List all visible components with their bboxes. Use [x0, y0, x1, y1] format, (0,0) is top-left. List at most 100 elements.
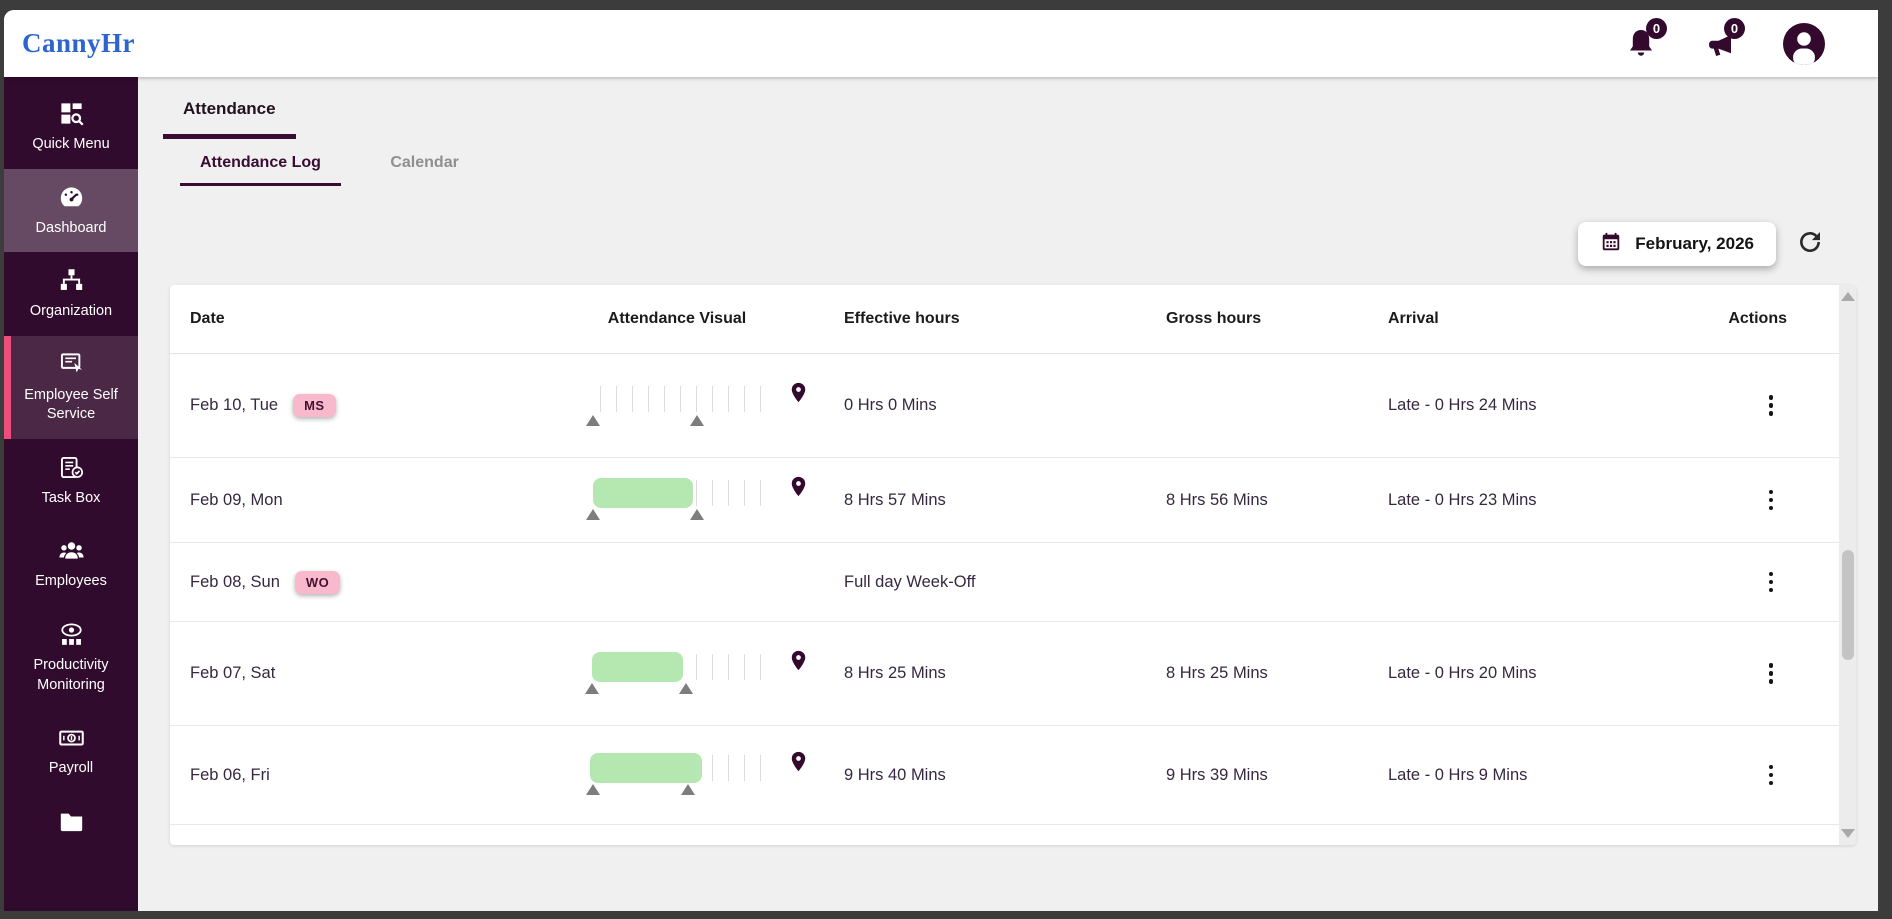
column-header-date: Date: [170, 310, 510, 328]
location-pin-icon[interactable]: [789, 381, 808, 411]
attendance-subtabs: Attendance Log Calendar: [180, 139, 1878, 186]
table-row: Feb 06, Fri: [170, 726, 1856, 825]
date-label: Feb 07, Sat: [190, 664, 275, 683]
gross-hours-value: 9 Hrs 39 Mins: [1140, 766, 1360, 785]
column-header-gross-hours: Gross hours: [1140, 310, 1360, 328]
table-row: Feb 09, Mon: [170, 458, 1856, 543]
attendance-visual: [588, 480, 820, 520]
column-header-arrival: Arrival: [1360, 310, 1680, 328]
location-pin-icon[interactable]: [789, 475, 808, 505]
day-type-badge: MS: [293, 394, 336, 417]
column-header-effective-hours: Effective hours: [820, 310, 1140, 328]
scroll-up-arrow[interactable]: [1841, 292, 1855, 301]
app-window: CannyHr 0 0: [4, 10, 1878, 911]
month-picker-label: February, 2026: [1635, 234, 1754, 254]
grid-search-icon: [58, 100, 85, 127]
sidebar-item-label: Employees: [35, 573, 107, 589]
worked-hours-bar: [593, 478, 693, 508]
tab-calendar[interactable]: Calendar: [370, 139, 478, 183]
scrollbar-thumb[interactable]: [1842, 550, 1854, 660]
date-label: Feb 08, Sun: [190, 573, 280, 592]
table-header-row: Date Attendance Visual Effective hours G…: [170, 285, 1856, 354]
attendance-log-table: Date Attendance Visual Effective hours G…: [170, 285, 1856, 845]
tab-attendance-log[interactable]: Attendance Log: [180, 139, 341, 186]
effective-hours-value: 8 Hrs 57 Mins: [820, 491, 1140, 510]
self-service-icon: [58, 351, 85, 378]
row-actions-menu-button[interactable]: [1763, 759, 1780, 792]
scroll-down-arrow[interactable]: [1841, 829, 1855, 838]
punch-in-marker: [586, 784, 600, 795]
sidebar-item-productivity-monitoring[interactable]: Productivity Monitoring: [4, 606, 138, 709]
effective-hours-value: 8 Hrs 25 Mins: [820, 664, 1140, 683]
sidebar-item-label: Task Box: [42, 490, 101, 506]
arrival-value: Late - 0 Hrs 20 Mins: [1360, 664, 1680, 683]
attendance-visual: [588, 386, 820, 426]
row-actions-menu-button[interactable]: [1763, 657, 1780, 690]
effective-hours-value: 9 Hrs 40 Mins: [820, 766, 1140, 785]
sidebar-item-label: Dashboard: [36, 220, 107, 236]
people-icon: [58, 537, 85, 564]
sidebar-item-quick-menu[interactable]: Quick Menu: [4, 85, 138, 169]
row-actions-menu-button[interactable]: [1763, 566, 1780, 599]
app-logo: CannyHr: [22, 28, 135, 59]
arrival-value: Late - 0 Hrs 24 Mins: [1360, 396, 1680, 415]
notifications-button[interactable]: 0: [1626, 27, 1658, 61]
tab-attendance[interactable]: Attendance: [163, 99, 296, 139]
folder-icon: [58, 808, 85, 835]
bell-icon: [1626, 48, 1656, 65]
table-row: Feb 07, Sat: [170, 622, 1856, 726]
sidebar-item-employee-self-service[interactable]: Employee Self Service: [4, 336, 138, 439]
table-scrollbar[interactable]: [1839, 285, 1856, 845]
gross-hours-value: 8 Hrs 25 Mins: [1140, 664, 1360, 683]
sidebar-item-label: Organization: [30, 303, 112, 319]
location-pin-icon[interactable]: [789, 750, 808, 780]
punch-out-marker: [679, 683, 693, 694]
date-label: Feb 09, Mon: [190, 491, 283, 510]
location-pin-icon[interactable]: [789, 649, 808, 679]
date-label: Feb 06, Fri: [190, 766, 270, 785]
arrival-value: Late - 0 Hrs 23 Mins: [1360, 491, 1680, 510]
sidebar-item-label: Productivity Monitoring: [34, 657, 109, 693]
calendar-icon: [1600, 231, 1622, 258]
date-label: Feb 10, Tue: [190, 396, 278, 415]
sidebar-item-label: Payroll: [49, 760, 93, 776]
punch-out-marker: [690, 415, 704, 426]
effective-hours-value: Full day Week-Off: [820, 573, 1140, 592]
worked-hours-bar: [590, 753, 702, 783]
row-actions-menu-button[interactable]: [1763, 484, 1780, 517]
column-header-attendance-visual: Attendance Visual: [510, 310, 820, 328]
sidebar-item-task-box[interactable]: Task Box: [4, 439, 138, 523]
column-header-actions: Actions: [1680, 310, 1839, 328]
monitoring-eye-icon: [58, 621, 85, 648]
worked-hours-bar: [592, 652, 683, 682]
row-actions-menu-button[interactable]: [1763, 389, 1780, 422]
banknote-icon: [58, 724, 85, 751]
month-picker-button[interactable]: February, 2026: [1578, 222, 1776, 266]
gross-hours-value: 8 Hrs 56 Mins: [1140, 491, 1360, 510]
sidebar-item-employees[interactable]: Employees: [4, 522, 138, 606]
attendance-visual: [588, 654, 820, 694]
sidebar-item-label: Quick Menu: [32, 136, 109, 152]
announcements-button[interactable]: 0: [1704, 27, 1736, 61]
table-row: Feb 08, Sun WO: [170, 543, 1856, 622]
top-actions: 0 0: [1626, 22, 1826, 66]
sidebar-item-payroll[interactable]: Payroll: [4, 709, 138, 793]
top-bar: CannyHr 0 0: [4, 10, 1878, 77]
megaphone-icon: [1704, 48, 1736, 65]
punch-in-marker: [585, 683, 599, 694]
avatar-icon: [1782, 53, 1826, 70]
main-content: Attendance Attendance Log Calendar Febru…: [138, 77, 1878, 911]
notification-count-badge: 0: [1646, 18, 1667, 39]
hour-ticks: [600, 386, 763, 412]
sidebar-item-dashboard[interactable]: Dashboard: [4, 169, 138, 253]
org-chart-icon: [58, 267, 85, 294]
profile-menu-button[interactable]: [1782, 22, 1826, 66]
punch-in-marker: [586, 415, 600, 426]
punch-out-marker: [690, 509, 704, 520]
refresh-icon: [1795, 245, 1825, 260]
refresh-button[interactable]: [1794, 227, 1826, 259]
sidebar: Quick Menu Dashboard Organization Employ…: [4, 77, 138, 911]
sidebar-item-files[interactable]: [4, 793, 138, 857]
sidebar-item-organization[interactable]: Organization: [4, 252, 138, 336]
gauge-icon: [58, 184, 85, 211]
